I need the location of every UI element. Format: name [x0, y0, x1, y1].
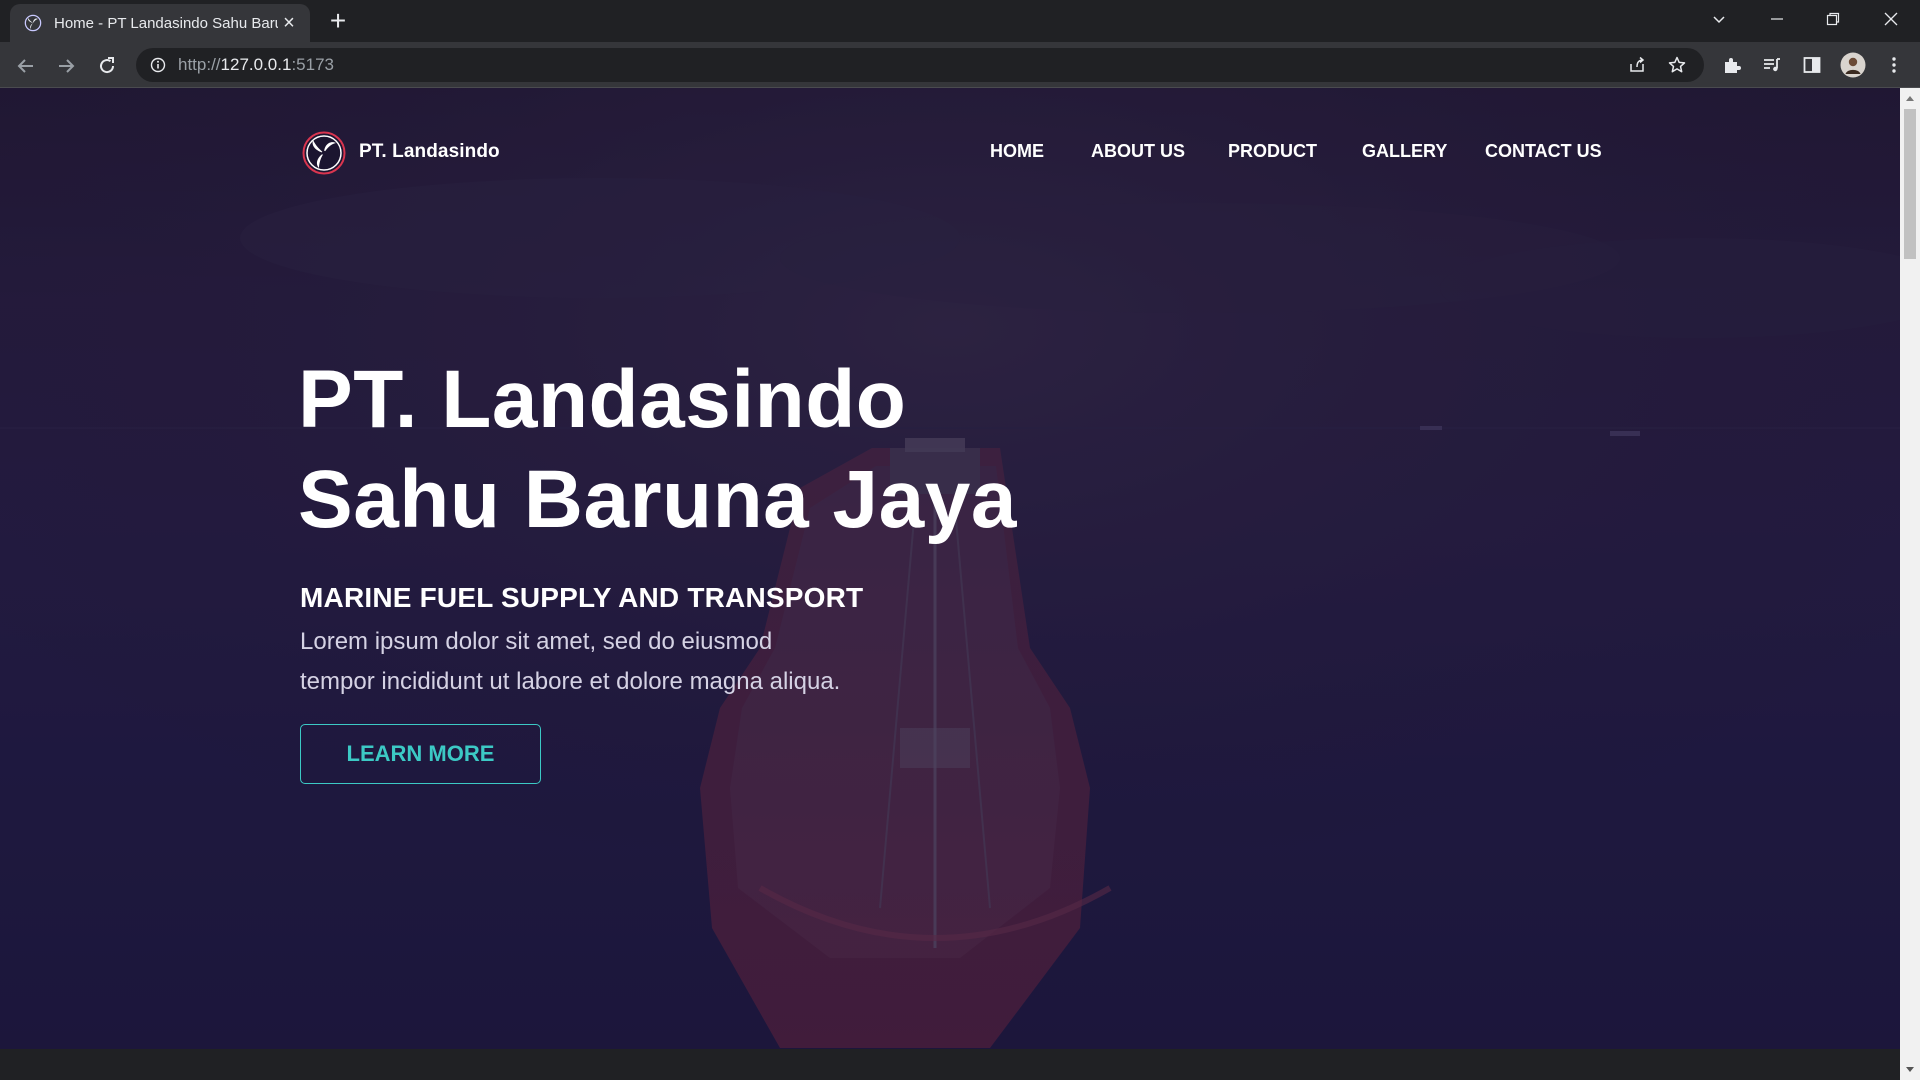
nav-about-us[interactable]: ABOUT US: [1091, 141, 1185, 162]
new-tab-icon[interactable]: +: [324, 6, 352, 36]
tab-title: Home - PT Landasindo Sahu Baruna Jaya: [54, 14, 278, 32]
hero-description-line-2: tempor incididunt ut labore et dolore ma…: [300, 668, 841, 695]
site-brand-name[interactable]: PT. Landasindo: [359, 141, 500, 163]
profile-avatar[interactable]: [1837, 49, 1869, 81]
nav-gallery[interactable]: GALLERY: [1362, 141, 1447, 162]
hero-description-line-1: Lorem ipsum dolor sit amet, sed do eiusm…: [300, 628, 773, 655]
nav-home[interactable]: HOME: [990, 141, 1044, 162]
page-scrollbar[interactable]: [1900, 88, 1920, 1080]
bookmark-star-icon[interactable]: [1668, 56, 1686, 74]
site-info-icon[interactable]: [150, 57, 166, 73]
media-queue-icon[interactable]: [1756, 49, 1788, 81]
browser-tab[interactable]: Home - PT Landasindo Sahu Baruna Jaya ×: [10, 4, 310, 42]
address-bar[interactable]: http://127.0.0.1:5173: [136, 48, 1704, 82]
url-port: :5173: [291, 55, 334, 74]
browser-menu-icon[interactable]: [1878, 49, 1910, 81]
url-scheme: http://: [178, 55, 221, 74]
tab-search-icon[interactable]: [1696, 0, 1742, 38]
hero-title-line-2: Sahu Baruna Jaya: [298, 454, 1017, 545]
scroll-thumb[interactable]: [1904, 109, 1916, 259]
minimize-icon[interactable]: [1754, 0, 1800, 38]
site-favicon-icon: [24, 14, 42, 32]
forward-icon[interactable]: [50, 50, 82, 82]
tab-close-icon[interactable]: ×: [278, 13, 300, 33]
share-icon[interactable]: [1628, 56, 1646, 74]
hero-subtitle: MARINE FUEL SUPPLY AND TRANSPORT: [300, 582, 864, 613]
side-panel-icon[interactable]: [1796, 49, 1828, 81]
restore-icon[interactable]: [1810, 0, 1856, 38]
browser-tab-strip: Home - PT Landasindo Sahu Baruna Jaya × …: [0, 0, 1920, 42]
hero-description: Lorem ipsum dolor sit amet, sed do eiusm…: [300, 622, 940, 702]
scroll-up-arrow-icon[interactable]: [1900, 88, 1920, 108]
url-text: http://127.0.0.1:5173: [178, 48, 334, 82]
back-icon[interactable]: [10, 50, 42, 82]
nav-contact-us[interactable]: CONTACT US: [1485, 141, 1602, 162]
hero-overlay: [0, 88, 1900, 1049]
learn-more-button[interactable]: LEARN MORE: [300, 724, 541, 784]
browser-toolbar: http://127.0.0.1:5173: [0, 42, 1920, 88]
reload-icon[interactable]: [91, 50, 123, 82]
close-window-icon[interactable]: [1868, 0, 1914, 38]
hero-title-line-1: PT. Landasindo: [298, 354, 907, 445]
page-viewport: PT. Landasindo HOME ABOUT US PRODUCT GAL…: [0, 88, 1900, 1049]
scroll-down-arrow-icon[interactable]: [1900, 1060, 1920, 1080]
url-host: 127.0.0.1: [220, 55, 292, 74]
site-nav: HOME ABOUT US PRODUCT GALLERY CONTACT US: [960, 141, 1602, 167]
company-logo-icon[interactable]: [302, 131, 346, 175]
extensions-icon[interactable]: [1716, 49, 1748, 81]
hero-title: PT. Landasindo Sahu Baruna Jaya: [298, 350, 1017, 550]
nav-product[interactable]: PRODUCT: [1228, 141, 1317, 162]
hero-section: PT. Landasindo HOME ABOUT US PRODUCT GAL…: [0, 88, 1900, 1049]
